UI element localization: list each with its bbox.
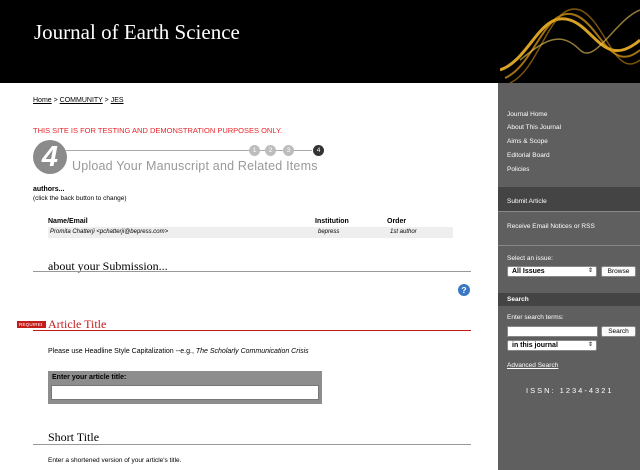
breadcrumb: Home > COMMUNITY > JES: [33, 97, 124, 104]
sidebar-item-editorial-board[interactable]: Editorial Board: [507, 152, 550, 159]
breadcrumb-separator: >: [102, 97, 111, 104]
sidebar-item-about-journal[interactable]: About This Journal: [507, 124, 561, 131]
step-dot-3: 3: [283, 145, 294, 156]
breadcrumb-home-link[interactable]: Home: [33, 97, 52, 104]
issn-text: ISSN: 1234-4321: [526, 386, 614, 395]
select-issue-label: Select an issue:: [507, 255, 553, 262]
issue-select-value: All Issues: [512, 268, 545, 275]
divider: [498, 245, 640, 246]
search-scope-value: in this journal: [512, 342, 558, 349]
author-name-email: Promita Chatterji <pchatterji@bepress.co…: [50, 229, 169, 235]
search-heading: Search: [507, 296, 529, 303]
header-wave-art: [500, 8, 640, 83]
sidebar: Journal Home About This Journal Aims & S…: [498, 83, 640, 470]
divider: [33, 330, 471, 331]
table-row: Promita Chatterji <pchatterji@bepress.co…: [48, 227, 453, 238]
testing-notice: THIS SITE IS FOR TESTING AND DEMONSTRATI…: [33, 126, 283, 135]
current-step-badge: 4: [33, 140, 67, 174]
sidebar-item-aims-scope[interactable]: Aims & Scope: [507, 138, 548, 145]
authors-hint: (click the back button to change): [33, 195, 127, 202]
capitalization-hint: Please use Headline Style Capitalization…: [48, 348, 309, 355]
divider: [33, 271, 471, 272]
step-title: Upload Your Manuscript and Related Items: [72, 159, 318, 173]
required-badge-arrow: [42, 321, 46, 327]
submit-article-link[interactable]: Submit Article: [507, 198, 547, 205]
author-institution: bepress: [318, 229, 340, 235]
column-header-institution: Institution: [315, 218, 349, 225]
current-step-number: 4: [41, 141, 59, 173]
select-arrows-icon: ⇕: [587, 268, 593, 274]
browse-button[interactable]: Browse: [601, 266, 636, 277]
sidebar-item-policies[interactable]: Policies: [507, 166, 529, 173]
divider: [498, 211, 640, 212]
column-header-order: Order: [387, 218, 407, 225]
main-content: Home > COMMUNITY > JES THIS SITE IS FOR …: [0, 83, 498, 470]
journal-title[interactable]: Journal of Earth Science: [34, 20, 240, 45]
author-order: 1st author: [390, 229, 417, 235]
help-icon[interactable]: ?: [458, 284, 470, 296]
article-title-field-box: Enter your article title:: [48, 371, 322, 404]
email-notices-link[interactable]: Receive Email Notices or RSS: [507, 223, 595, 230]
breadcrumb-community-link[interactable]: COMMUNITY: [60, 97, 103, 104]
site-header: Journal of Earth Science: [0, 0, 640, 83]
divider: [33, 444, 471, 445]
short-title-heading: Short Title: [48, 430, 100, 444]
step-dot-4: 4: [313, 145, 324, 156]
authors-heading: authors...: [33, 186, 65, 193]
short-title-hint: Enter a shortened version of your articl…: [48, 457, 182, 464]
search-button[interactable]: Search: [601, 326, 636, 337]
search-terms-label: Enter search terms:: [507, 314, 564, 321]
breadcrumb-jes-link[interactable]: JES: [111, 97, 124, 104]
step-dot-2: 2: [265, 145, 276, 156]
search-scope-select[interactable]: in this journal ⇕: [507, 340, 597, 351]
article-title-label: Enter your article title:: [52, 374, 127, 381]
advanced-search-link[interactable]: Advanced Search: [507, 362, 558, 369]
column-header-name-email: Name/Email: [48, 218, 88, 225]
sidebar-item-journal-home[interactable]: Journal Home: [507, 111, 547, 118]
select-arrows-icon: ⇕: [587, 342, 593, 348]
search-input[interactable]: [507, 326, 598, 337]
capitalization-hint-example: The Scholarly Communication Crisis: [195, 348, 309, 355]
article-title-input[interactable]: [51, 385, 319, 400]
capitalization-hint-text: Please use Headline Style Capitalization…: [48, 348, 196, 355]
breadcrumb-separator: >: [51, 97, 60, 104]
issue-select[interactable]: All Issues ⇕: [507, 266, 597, 277]
step-dot-1: 1: [249, 145, 260, 156]
